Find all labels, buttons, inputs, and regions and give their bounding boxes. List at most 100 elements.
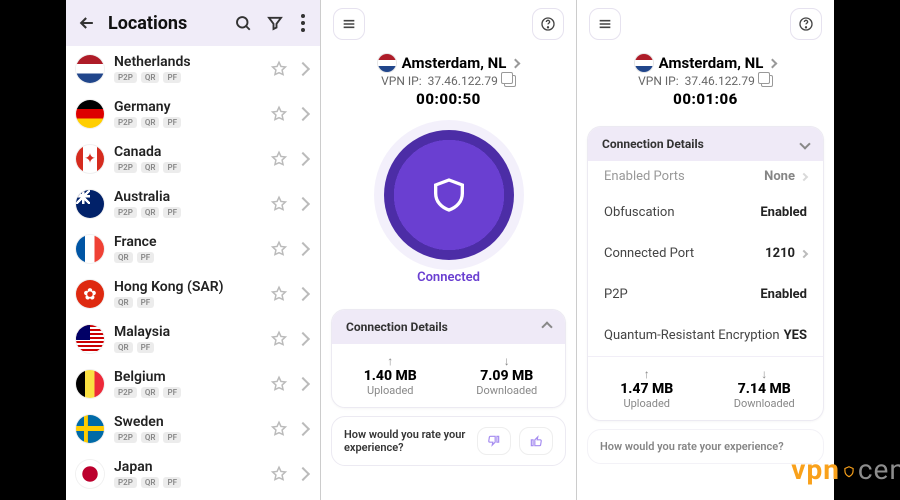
details-title: Connection Details [602, 137, 704, 151]
server-row[interactable]: Amsterdam, NL [635, 54, 777, 72]
chevron-up-icon [541, 321, 552, 332]
flag-icon [76, 370, 104, 398]
details-title: Connection Details [346, 320, 448, 334]
favorite-button[interactable] [270, 60, 288, 78]
star-icon [270, 105, 288, 123]
favorite-button[interactable] [270, 240, 288, 258]
location-row[interactable]: GermanyP2PQRPF [66, 91, 320, 136]
flag-icon [76, 325, 104, 353]
location-row[interactable]: FranceQRPF [66, 226, 320, 271]
favorite-button[interactable] [270, 195, 288, 213]
location-name: Netherlands [114, 54, 270, 70]
location-row[interactable]: JapanP2PQRPF [66, 451, 320, 496]
back-button[interactable] [76, 12, 98, 34]
location-row[interactable]: Netherlands P2PQRPF [66, 46, 320, 91]
filter-button[interactable] [264, 12, 286, 34]
connection-details-header[interactable]: Connection Details [332, 310, 565, 344]
tag: QR [141, 162, 160, 173]
location-row[interactable]: ✦CanadaP2PQRPF [66, 136, 320, 181]
location-name: France [114, 234, 270, 250]
detail-row-qre: Quantum-Resistant Encryption YES [588, 315, 823, 356]
locations-list[interactable]: Netherlands P2PQRPF GermanyP2PQRPF✦CanadaP… [66, 46, 320, 496]
favorite-button[interactable] [270, 375, 288, 393]
page-title: Locations [108, 13, 222, 34]
upload-icon: ↑ [592, 367, 702, 381]
favorite-button[interactable] [270, 465, 288, 483]
downloaded-value: 7.09 MB [453, 368, 562, 384]
star-icon [270, 375, 288, 393]
location-row[interactable]: Malaysia QR PF [66, 316, 320, 361]
favorite-button[interactable] [270, 330, 288, 348]
location-row[interactable]: BelgiumP2PQRPF [66, 361, 320, 406]
copy-ip-button[interactable] [761, 75, 773, 87]
search-button[interactable] [232, 12, 254, 34]
tag: PF [137, 342, 155, 353]
chevron-right-icon [800, 172, 808, 180]
thumbs-up-button[interactable] [519, 427, 553, 455]
tag: PF [137, 252, 155, 263]
detail-key: P2P [604, 287, 628, 302]
tag: QR [141, 387, 160, 398]
location-row[interactable]: SwedenP2PQRPF [66, 406, 320, 451]
star-icon [270, 240, 288, 258]
favorite-button[interactable] [270, 150, 288, 168]
connection-details-header[interactable]: Connection Details [588, 127, 823, 161]
server-name: Amsterdam, NL [659, 54, 764, 72]
locations-screen: Locations Netherlands P2PQRPF GermanyP2PQR… [66, 0, 320, 500]
chevron-right-icon [296, 106, 310, 120]
location-tags: P2PQRPF [114, 72, 270, 83]
details-screen: Amsterdam, NL VPN IP: 37.46.122.79 00:01… [576, 0, 834, 500]
tag: QR [141, 72, 160, 83]
detail-row-p2p: P2P Enabled [588, 274, 823, 315]
server-row[interactable]: Amsterdam, NL [378, 54, 520, 72]
downloaded-stat: ↓ 7.09 MB Downloaded [449, 344, 566, 407]
server-name: Amsterdam, NL [402, 54, 507, 72]
copy-ip-button[interactable] [504, 75, 516, 87]
tag: PF [163, 477, 181, 488]
more-vertical-icon [301, 14, 305, 32]
uploaded-value: 1.47 MB [592, 381, 702, 397]
thumbs-down-button[interactable] [477, 427, 511, 455]
location-name: Malaysia [114, 324, 270, 340]
location-name: Sweden [114, 414, 270, 430]
help-button[interactable] [790, 8, 822, 40]
tag: QR [141, 477, 160, 488]
detail-row-enabled-ports[interactable]: Enabled Ports None [588, 161, 823, 192]
connect-toggle-button[interactable] [384, 130, 514, 260]
connection-timer: 00:00:50 [416, 90, 481, 108]
uploaded-stat: ↑ 1.40 MB Uploaded [332, 344, 449, 407]
thumbs-up-icon [529, 434, 543, 448]
chevron-right-icon [296, 241, 310, 255]
shield-icon [429, 175, 469, 215]
rating-card: How would you rate your experience? [587, 429, 824, 464]
location-row[interactable]: ✿Hong Kong (SAR)QRPF [66, 271, 320, 316]
arrow-left-icon [77, 13, 97, 33]
star-icon [270, 195, 288, 213]
chevron-right-icon [511, 58, 521, 68]
tag: QR [114, 342, 133, 353]
ip-row: VPN IP: 37.46.122.79 [638, 74, 773, 88]
favorite-button[interactable] [270, 285, 288, 303]
chevron-right-icon [800, 249, 808, 257]
rating-question: How would you rate your experience? [600, 440, 811, 453]
tag: QR [141, 117, 160, 128]
menu-button[interactable] [333, 8, 365, 40]
filter-icon [266, 14, 284, 32]
more-button[interactable] [296, 12, 310, 34]
star-icon [270, 150, 288, 168]
chevron-right-icon [768, 58, 778, 68]
tag: QR [114, 297, 133, 308]
detail-key: Connected Port [604, 246, 694, 261]
tag: PF [163, 117, 181, 128]
detail-row-connected-port[interactable]: Connected Port 1210 [588, 233, 823, 274]
detail-row-obfuscation: Obfuscation Enabled [588, 192, 823, 233]
location-row[interactable]: AustraliaP2PQRPF [66, 181, 320, 226]
location-name: Hong Kong (SAR) [114, 279, 270, 295]
uploaded-value: 1.40 MB [336, 368, 445, 384]
favorite-button[interactable] [270, 105, 288, 123]
favorite-button[interactable] [270, 420, 288, 438]
ip-value: 37.46.122.79 [685, 74, 755, 88]
help-button[interactable] [532, 8, 564, 40]
menu-icon [341, 16, 357, 32]
menu-button[interactable] [589, 8, 621, 40]
